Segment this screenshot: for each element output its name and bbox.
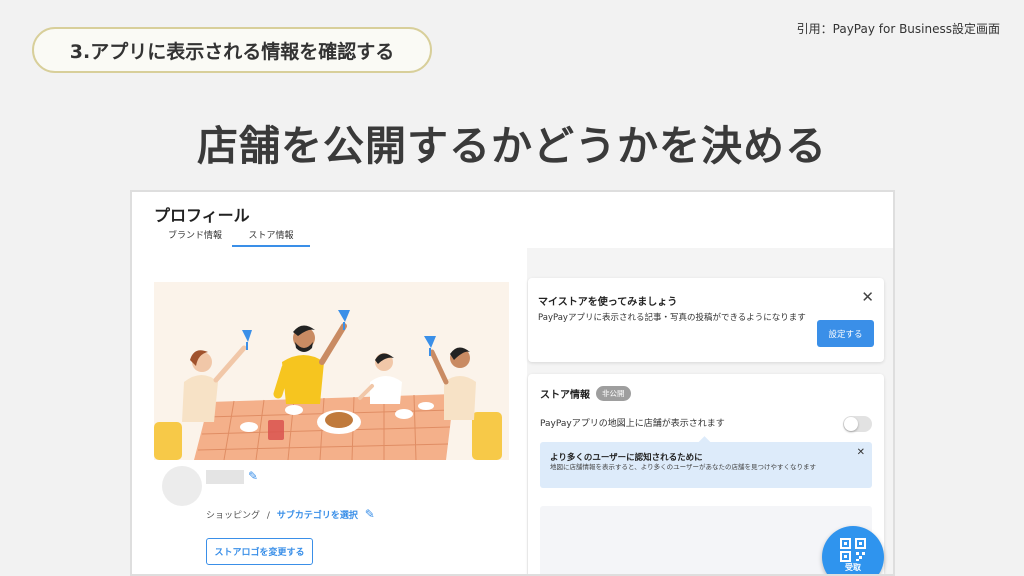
mystore-card-body: PayPayアプリに表示される記事・写真の投稿ができるようになります — [538, 313, 806, 323]
close-icon[interactable]: ✕ — [857, 447, 865, 458]
step-label-pill: 3.アプリに表示される情報を確認する — [32, 27, 432, 73]
step-label: 3.アプリに表示される情報を確認する — [69, 40, 395, 63]
mystore-promo-card: マイストアを使ってみましょう ✕ PayPayアプリに表示される記事・写真の投稿… — [528, 278, 884, 362]
page-title: プロフィール — [154, 206, 250, 225]
qr-code-icon — [840, 538, 866, 562]
page-headline: 店舗を公開するかどうかを決める — [197, 122, 827, 170]
tab-brand-info[interactable]: ブランド情報 — [168, 228, 222, 245]
citation-text: 引用：PayPay for Business設定画面 — [796, 22, 1000, 36]
category-row: ショッピング / サブカテゴリを選択 ✎ — [206, 507, 375, 521]
toggle-knob — [844, 417, 858, 431]
cover-illustration — [154, 282, 509, 460]
profile-header: プロフィール ブランド情報 ストア情報 — [132, 192, 893, 248]
app-screen: プロフィール ブランド情報 ストア情報 ✎ ショッピング / サブカテゴリを選択… — [132, 192, 893, 574]
category-separator: / — [266, 511, 270, 521]
store-profile-pane: ✎ ショッピング / サブカテゴリを選択 ✎ ストアロゴを変更する — [132, 248, 527, 574]
notice-title: より多くのユーザーに認知されるために — [550, 453, 703, 463]
awareness-notice: より多くのユーザーに認知されるために 地図に店舗情報を表示すると、より多くのユー… — [540, 442, 872, 488]
pencil-edit-icon[interactable]: ✎ — [248, 469, 258, 483]
tab-store-info[interactable]: ストア情報 — [232, 228, 310, 247]
close-icon[interactable]: ✕ — [861, 288, 874, 306]
mystore-card-title: マイストアを使ってみましょう — [538, 297, 678, 308]
store-name-placeholder — [206, 470, 244, 484]
screenshot-frame: プロフィール ブランド情報 ストア情報 ✎ ショッピング / サブカテゴリを選択… — [130, 190, 895, 576]
status-badge: 非公開 — [596, 386, 631, 401]
notice-body: 地図に店舗情報を表示すると、より多くのユーザーがあなたの店舗を見つけやすくなりま… — [550, 463, 816, 471]
subcategory-link[interactable]: サブカテゴリを選択 — [277, 511, 358, 521]
pencil-edit-icon[interactable]: ✎ — [365, 507, 375, 521]
change-store-logo-button[interactable]: ストアロゴを変更する — [206, 538, 313, 565]
store-info-title: ストア情報 — [540, 390, 590, 401]
map-visibility-toggle[interactable] — [843, 416, 872, 432]
category-label: ショッピング — [206, 511, 261, 521]
map-visibility-label: PayPayアプリの地図上に店舗が表示されます — [540, 419, 725, 429]
qr-button-label: 受取 — [845, 563, 861, 572]
avatar[interactable] — [162, 466, 202, 506]
setup-button[interactable]: 設定する — [817, 320, 874, 347]
